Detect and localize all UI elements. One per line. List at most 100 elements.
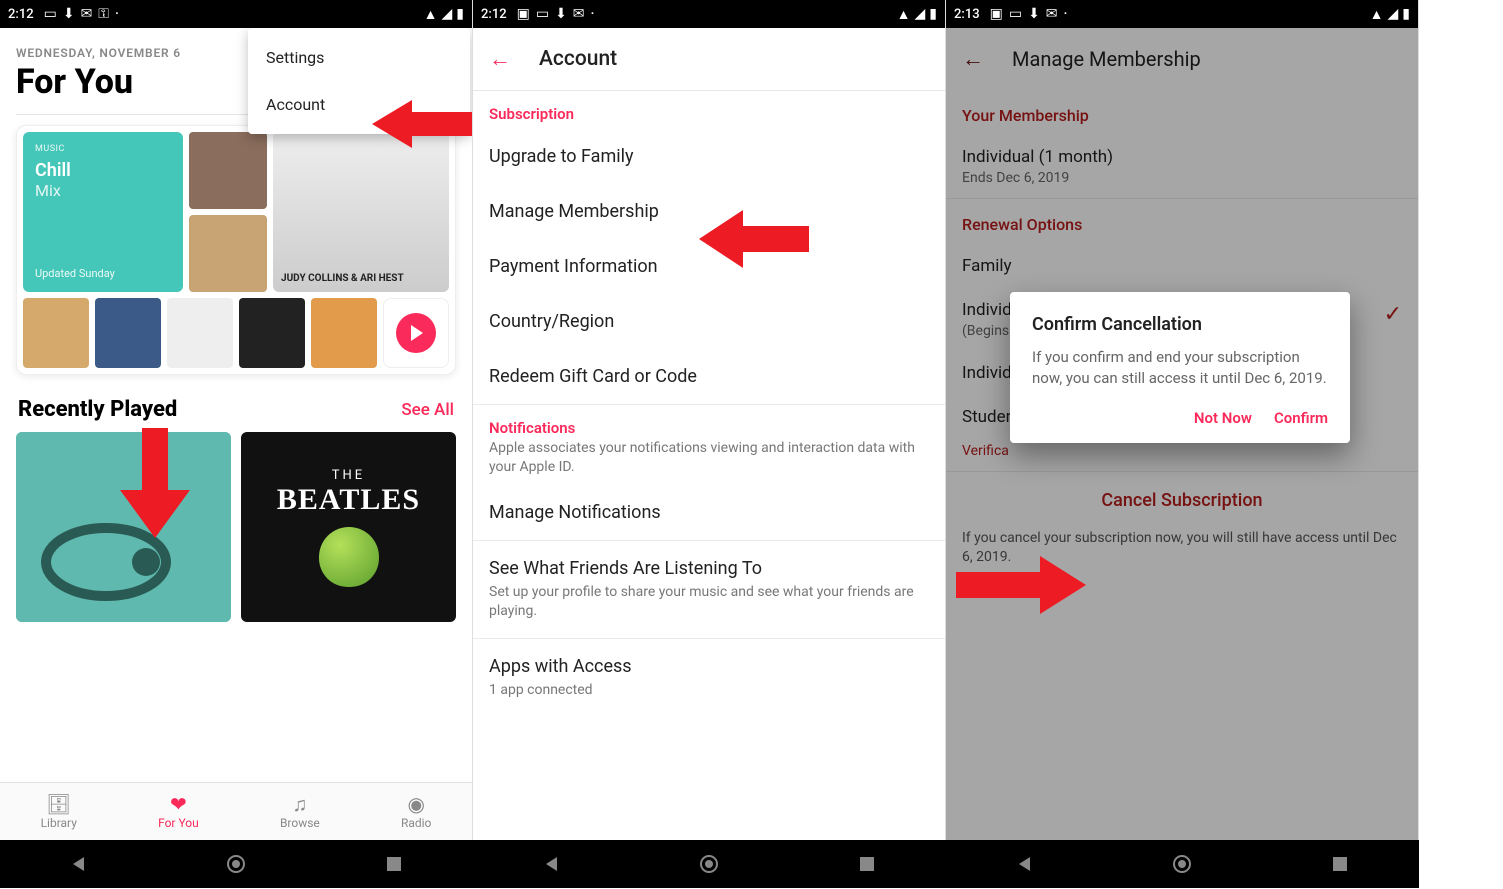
tab-bar: 🗄 Library ❤ For You ♫ Browse ◉ Radio — [0, 782, 472, 840]
nav-recent-button[interactable] — [374, 844, 414, 884]
status-icons-left: ▭ ⬇ ✉ ⚿ · — [44, 6, 119, 22]
mail-icon: ✉ — [1046, 6, 1058, 22]
battery-icon: ▮ — [929, 6, 937, 22]
tab-for-you[interactable]: ❤ For You — [158, 794, 199, 830]
key-icon: ⚿ — [98, 6, 109, 22]
chill-title: Chill — [35, 160, 171, 181]
apps-title: Apps with Access — [489, 656, 929, 677]
chat-icon: ▭ — [1009, 6, 1022, 22]
recently-played-heading: Recently Played — [18, 397, 177, 422]
friends-title: See What Friends Are Listening To — [489, 558, 929, 579]
chill-updated: Updated Sunday — [35, 267, 171, 280]
notifications-section-label: Notifications — [473, 405, 945, 443]
android-nav-bar — [473, 840, 946, 888]
nav-recent-button[interactable] — [1320, 844, 1360, 884]
nav-home-button[interactable] — [689, 844, 729, 884]
album-thumb[interactable] — [95, 298, 161, 368]
nav-back-button[interactable] — [532, 844, 572, 884]
friends-desc: Set up your profile to share your music … — [489, 583, 929, 621]
subscription-section-label: Subscription — [473, 91, 945, 129]
tab-label: Radio — [401, 816, 431, 830]
apple-icon — [319, 527, 379, 587]
mail-icon: ✉ — [81, 6, 93, 22]
status-time: 2:12 — [8, 7, 34, 22]
tab-label: For You — [158, 816, 199, 830]
dot-icon: · — [1064, 6, 1068, 22]
arrow-scroll-down — [120, 428, 190, 542]
chill-subtitle: Mix — [35, 181, 171, 200]
dialog-title: Confirm Cancellation — [1032, 314, 1328, 335]
note-icon: ♫ — [292, 794, 307, 814]
wifi-icon: ▲ — [424, 6, 438, 23]
album-thumb[interactable] — [23, 298, 89, 368]
account-header: ← Account — [473, 28, 945, 91]
menu-item-settings[interactable]: Settings — [248, 34, 470, 81]
beatles-the: THE — [332, 468, 365, 483]
manage-notifications[interactable]: Manage Notifications — [473, 485, 945, 540]
arrow-manage-membership — [699, 206, 809, 276]
notifications-desc: Apple associates your notifications view… — [473, 439, 945, 485]
status-icons-left: ▣ ▭ ⬇ ✉ · — [517, 6, 595, 22]
nav-home-button[interactable] — [216, 844, 256, 884]
confirm-button[interactable]: Confirm — [1274, 409, 1328, 427]
status-icons-right: ▲ ◢ ▮ — [897, 6, 937, 23]
for-you-card[interactable]: MUSIC Chill Mix Updated Sunday JUDY COLL… — [16, 125, 456, 375]
status-bar: 2:13 ▣ ▭ ⬇ ✉ · ▲ ◢ ▮ — [946, 0, 1418, 28]
not-now-button[interactable]: Not Now — [1194, 409, 1252, 427]
wifi-icon: ▲ — [897, 6, 911, 23]
confirm-cancellation-dialog: Confirm Cancellation If you confirm and … — [1010, 292, 1350, 443]
image-icon: ▣ — [990, 6, 1003, 22]
tab-radio[interactable]: ◉ Radio — [401, 794, 431, 830]
dot-icon: · — [591, 6, 595, 22]
nav-back-button[interactable] — [59, 844, 99, 884]
android-nav-bar — [0, 840, 473, 888]
wifi-icon: ▲ — [1370, 6, 1384, 23]
chat-icon: ▭ — [44, 6, 57, 22]
country-region[interactable]: Country/Region — [473, 294, 945, 349]
mail-icon: ✉ — [573, 6, 585, 22]
library-icon: 🗄 — [46, 794, 71, 814]
redeem-gift-card[interactable]: Redeem Gift Card or Code — [473, 349, 945, 404]
status-time: 2:13 — [954, 7, 980, 22]
status-time: 2:12 — [481, 7, 507, 22]
nav-home-button[interactable] — [1162, 844, 1202, 884]
dot-icon: · — [115, 6, 119, 22]
tab-library[interactable]: 🗄 Library — [41, 794, 77, 830]
apps-sub: 1 app connected — [489, 681, 929, 700]
tab-browse[interactable]: ♫ Browse — [280, 794, 320, 830]
album-artist: JUDY COLLINS & ARI HEST — [281, 273, 404, 285]
status-icons-right: ▲ ◢ ▮ — [424, 6, 464, 23]
heart-icon: ❤ — [170, 794, 187, 814]
nav-back-button[interactable] — [1005, 844, 1045, 884]
recently-played-row[interactable]: THE BEATLES — [16, 432, 456, 622]
status-icons-left: ▣ ▭ ⬇ ✉ · — [990, 6, 1068, 22]
play-button-tile[interactable] — [383, 298, 449, 368]
album-thumb[interactable] — [167, 298, 233, 368]
battery-icon: ▮ — [456, 6, 464, 22]
dialog-body: If you confirm and end your subscription… — [1032, 347, 1328, 389]
signal-icon: ◢ — [442, 6, 453, 22]
apple-music-label: MUSIC — [35, 144, 171, 154]
album-stack[interactable] — [189, 132, 267, 292]
album-thumb[interactable] — [239, 298, 305, 368]
radio-icon: ◉ — [407, 794, 424, 814]
see-friends-listening[interactable]: See What Friends Are Listening To Set up… — [473, 541, 945, 638]
chat-icon: ▭ — [536, 6, 549, 22]
back-arrow-icon[interactable]: ← — [489, 46, 511, 72]
nav-recent-button[interactable] — [847, 844, 887, 884]
apps-with-access[interactable]: Apps with Access 1 app connected — [473, 639, 945, 717]
page-title: Account — [539, 47, 617, 71]
upgrade-to-family[interactable]: Upgrade to Family — [473, 129, 945, 184]
signal-icon: ◢ — [915, 6, 926, 22]
beatles-title: BEATLES — [277, 483, 420, 517]
album-thumb — [189, 215, 267, 292]
album-beatles[interactable]: THE BEATLES — [241, 432, 456, 622]
status-bar: 2:12 ▣ ▭ ⬇ ✉ · ▲ ◢ ▮ — [473, 0, 945, 28]
album-thumb[interactable] — [311, 298, 377, 368]
chill-mix-tile[interactable]: MUSIC Chill Mix Updated Sunday — [23, 132, 183, 292]
status-bar: 2:12 ▭ ⬇ ✉ ⚿ · ▲ ◢ ▮ — [0, 0, 472, 28]
signal-icon: ◢ — [1388, 6, 1399, 22]
download-icon: ⬇ — [63, 6, 75, 22]
see-all-link[interactable]: See All — [401, 400, 454, 420]
download-icon: ⬇ — [1028, 6, 1040, 22]
